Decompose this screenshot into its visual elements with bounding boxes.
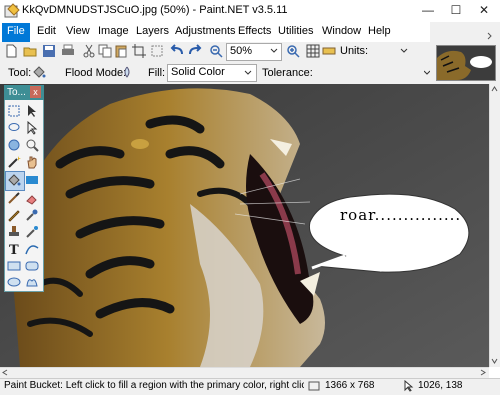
zoom-value: 50% [230, 45, 253, 57]
move-selected-icon[interactable] [25, 104, 39, 118]
close-button[interactable]: ✕ [470, 0, 498, 22]
new-file-icon[interactable] [4, 44, 18, 58]
menu-help[interactable]: Help [368, 25, 391, 39]
chevron-down-icon [270, 48, 278, 53]
rectangle-select-icon[interactable] [7, 104, 21, 118]
zoom-out-icon[interactable] [209, 44, 223, 58]
recolor-icon[interactable] [25, 225, 39, 239]
tiger-image [0, 84, 494, 367]
cursor-position: 1026, 138 [418, 380, 463, 391]
flood-mode-label: Flood Mode: [65, 67, 127, 79]
more-options-icon[interactable] [424, 70, 430, 76]
image-canvas[interactable] [0, 84, 494, 367]
paste-icon[interactable] [114, 44, 128, 58]
tool-label: Tool: [8, 67, 32, 79]
rectangle-shape-icon[interactable] [7, 259, 21, 273]
image-size: 1366 x 768 [325, 380, 375, 391]
menu-window[interactable]: Window [322, 25, 361, 39]
fill-label: Fill: [148, 67, 166, 79]
maximize-button[interactable]: ☐ [442, 0, 470, 22]
magic-wand-icon[interactable] [7, 155, 21, 169]
flood-mode-icon[interactable] [120, 65, 134, 79]
tools-window-close-button[interactable]: x [30, 86, 41, 98]
tolerance-label: Tolerance: [262, 67, 313, 79]
paintbrush-icon[interactable] [7, 191, 21, 205]
text-tool-icon[interactable]: T [7, 242, 21, 256]
gradient-tool-icon[interactable] [25, 173, 39, 187]
speech-bubble-text: roar............... [340, 206, 462, 224]
color-picker-icon[interactable] [25, 208, 39, 222]
menu-adjustments[interactable]: Adjustments [175, 25, 236, 39]
eraser-icon[interactable] [25, 191, 39, 205]
move-selection-icon[interactable] [25, 121, 39, 135]
window-title: KkQvDMNUDSTJSCuO.jpg (50%) - Paint.NET v… [22, 4, 288, 16]
menu-file[interactable]: File [2, 23, 30, 42]
clone-stamp-icon[interactable] [7, 225, 21, 239]
redo-icon[interactable] [188, 44, 202, 58]
minimize-button[interactable]: — [414, 0, 442, 22]
lasso-select-icon[interactable] [7, 121, 21, 135]
open-folder-icon[interactable] [23, 44, 37, 58]
ruler-icon[interactable] [322, 44, 336, 58]
vertical-scrollbar[interactable] [489, 84, 500, 367]
menu-effects[interactable]: Effects [238, 25, 271, 39]
save-icon[interactable] [42, 44, 56, 58]
svg-text:T: T [9, 243, 19, 256]
copy-icon[interactable] [98, 44, 112, 58]
menu-layers[interactable]: Layers [136, 25, 169, 39]
menu-view[interactable]: View [66, 25, 90, 39]
paint-bucket-tool-icon[interactable] [7, 173, 21, 187]
thumbnail-tabs [436, 28, 494, 42]
print-icon[interactable] [61, 44, 75, 58]
zoom-tool-icon[interactable] [25, 138, 39, 152]
cut-icon[interactable] [82, 44, 96, 58]
scroll-left-icon[interactable] [2, 369, 8, 376]
fill-chevron-down-icon [244, 70, 252, 75]
status-hint: Paint Bucket: Left click to fill a regio… [4, 380, 304, 391]
paintnet-app-icon [4, 3, 20, 18]
units-label: Units: [340, 45, 369, 57]
scroll-right-icon[interactable] [480, 369, 486, 376]
paint-bucket-icon[interactable] [32, 65, 46, 79]
ellipse-shape-icon[interactable] [7, 275, 21, 289]
pan-tool-icon[interactable] [25, 155, 39, 169]
scroll-up-icon[interactable] [491, 86, 498, 92]
grid-icon[interactable] [306, 44, 320, 58]
menu-utilities[interactable]: Utilities [278, 25, 313, 39]
scroll-down-icon[interactable] [491, 358, 498, 364]
freeform-shape-icon[interactable] [25, 275, 39, 289]
menu-edit[interactable]: Edit [37, 25, 56, 39]
tools-window-title: To... [7, 87, 26, 98]
image-size-icon [308, 381, 320, 391]
line-curve-icon[interactable] [25, 242, 39, 256]
crop-icon[interactable] [132, 44, 146, 58]
pencil-icon[interactable] [7, 208, 21, 222]
image-thumbnail[interactable] [436, 45, 496, 81]
undo-icon[interactable] [170, 44, 184, 58]
menu-image[interactable]: Image [98, 25, 129, 39]
rounded-rectangle-icon[interactable] [25, 259, 39, 273]
deselect-icon[interactable] [150, 44, 164, 58]
fill-value: Solid Color [171, 66, 225, 78]
zoom-in-icon[interactable] [286, 44, 300, 58]
ellipse-select-icon[interactable] [7, 138, 21, 152]
cursor-position-icon [404, 380, 414, 392]
units-dropdown-icon[interactable] [400, 48, 408, 54]
